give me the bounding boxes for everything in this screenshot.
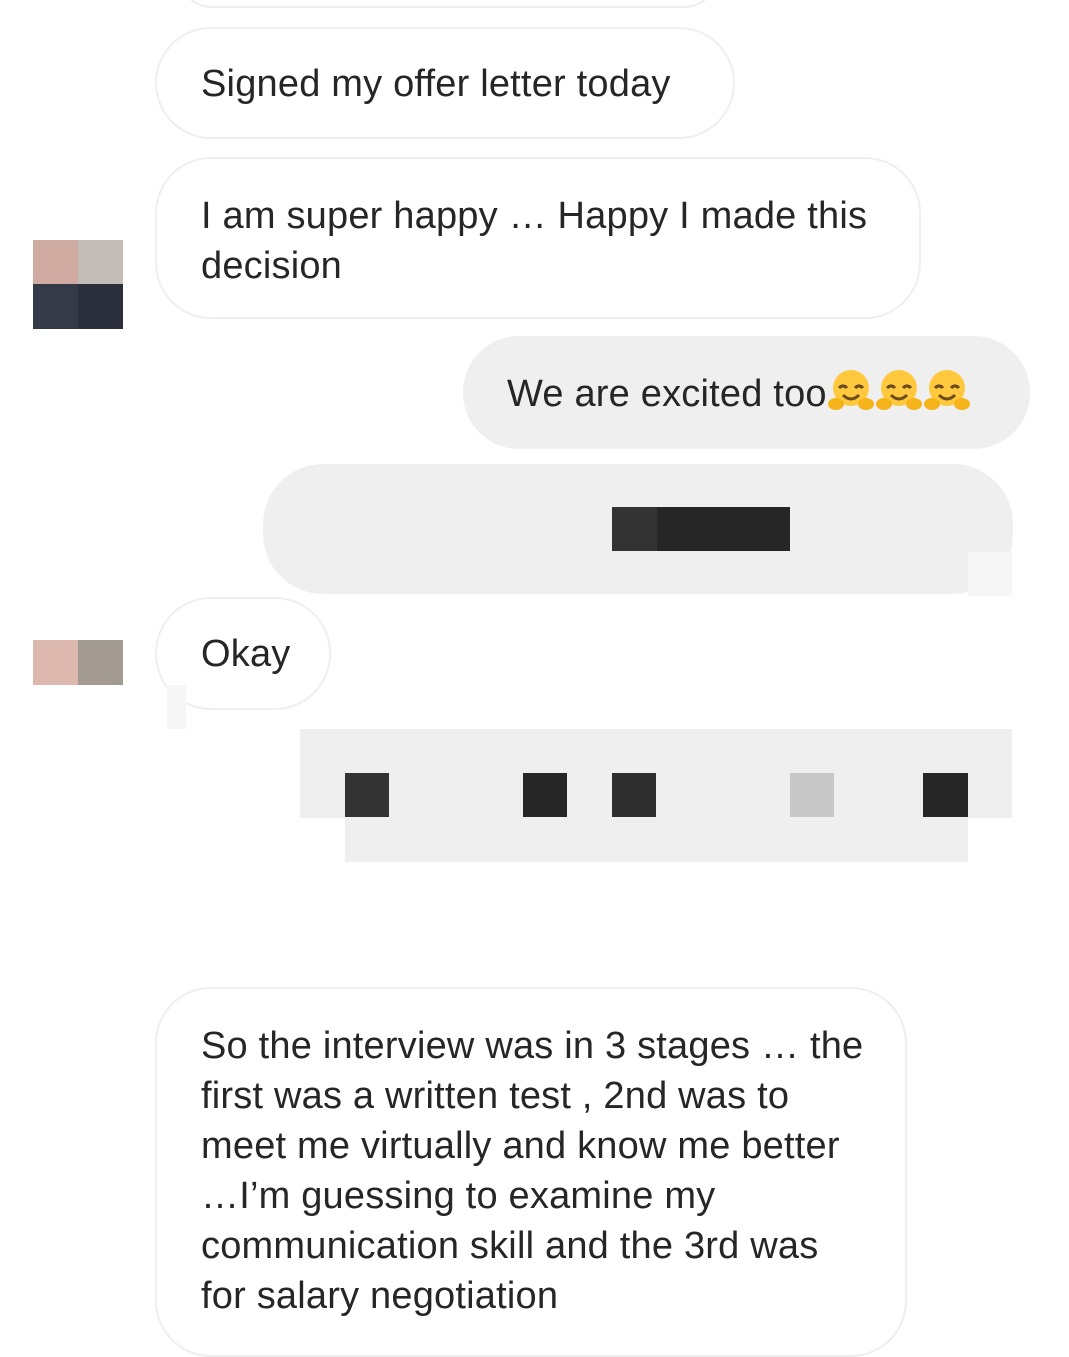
hugging-face-emoji-icon <box>923 368 971 412</box>
sender-avatar[interactable] <box>33 240 123 329</box>
redacted-sent-message[interactable] <box>263 464 1023 596</box>
redacted-sent-message[interactable] <box>300 729 1012 863</box>
received-message-bubble[interactable]: Signed my offer letter today <box>155 27 735 139</box>
redaction-block <box>612 773 656 817</box>
hugging-face-emoji-icon <box>827 368 875 412</box>
redaction-block <box>523 773 567 817</box>
sender-avatar[interactable] <box>33 640 123 685</box>
redacted-bubble-background <box>300 729 1012 818</box>
received-message-bubble[interactable]: So the interview was in 3 stages … the f… <box>155 987 907 1357</box>
redacted-bubble-background <box>345 817 968 862</box>
redaction-block <box>968 552 1012 596</box>
redaction-block <box>657 507 790 551</box>
message-text: Okay <box>201 633 291 675</box>
sent-message-bubble[interactable]: We are excited too <box>463 336 1030 449</box>
redaction-block <box>923 773 968 817</box>
message-text: We are excited too <box>507 373 827 415</box>
message-text: I am super happy … Happy I made this dec… <box>201 195 868 287</box>
message-tail <box>167 685 186 729</box>
redaction-block <box>790 773 834 817</box>
redaction-block <box>612 507 657 551</box>
message-text: So the interview was in 3 stages … the f… <box>201 1025 864 1317</box>
message-text: Signed my offer letter today <box>201 63 671 105</box>
received-message-bubble[interactable]: I am super happy … Happy I made this dec… <box>155 157 921 319</box>
previous-message-edge <box>178 0 718 8</box>
hugging-face-emoji-icon <box>875 368 923 412</box>
redaction-block <box>345 773 389 817</box>
